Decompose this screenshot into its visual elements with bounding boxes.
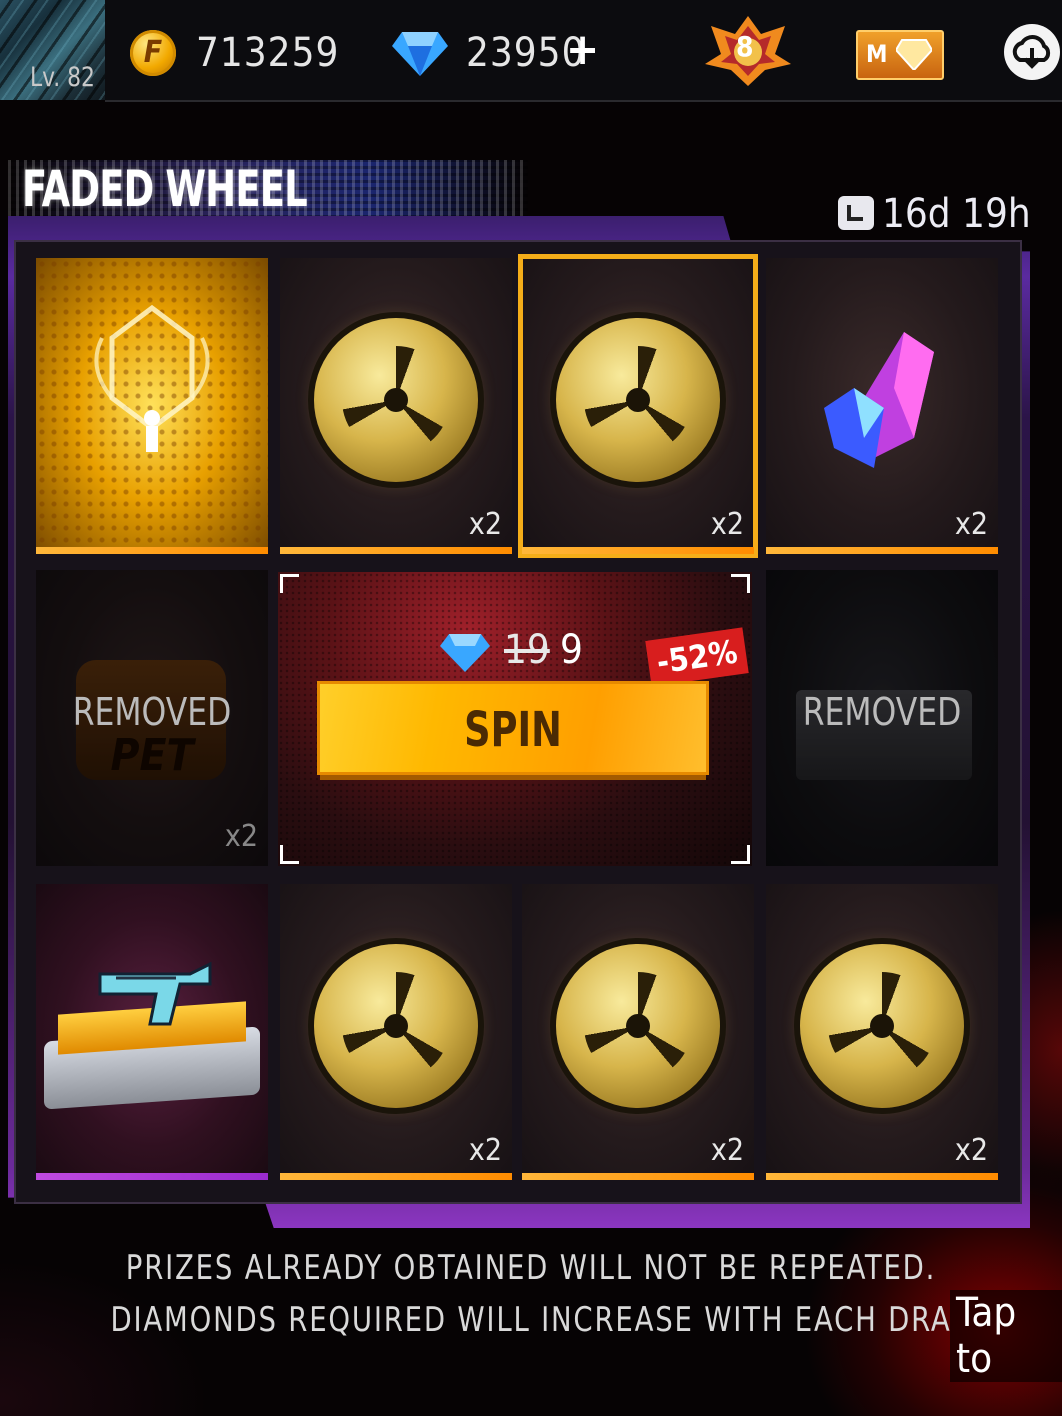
prize-cell-1[interactable] — [36, 258, 268, 554]
spin-button-label: SPIN — [464, 702, 562, 758]
spin-price: 9 — [560, 627, 583, 673]
prize-cell-9[interactable]: x2 — [522, 884, 754, 1180]
emote-emblem-icon — [94, 304, 210, 452]
info-note-line-1: PRIZES ALREADY OBTAINED WILL NOT BE REPE… — [125, 1248, 937, 1288]
page-title: FADED WHEEL — [22, 160, 308, 218]
panel-corner — [280, 574, 299, 593]
crystal-shards-icon — [824, 332, 934, 468]
gold-token-icon — [556, 944, 720, 1108]
gold-coin-balance: 713259 — [196, 30, 340, 76]
gold-token-icon — [556, 318, 720, 482]
panel-corner — [280, 845, 299, 864]
diamond-icon — [392, 32, 448, 76]
membership-diamond-icon — [896, 39, 932, 70]
rarity-bar — [522, 1173, 754, 1180]
prize-quantity: x2 — [468, 1133, 502, 1168]
gold-token-icon — [314, 944, 478, 1108]
membership-label: M — [866, 40, 888, 68]
panel-corner — [731, 574, 750, 593]
removed-label: REMOVED — [72, 690, 232, 734]
rank-tier: 8 — [736, 30, 754, 63]
gold-coin-icon: F — [130, 30, 176, 76]
info-note-line-2: DIAMONDS REQUIRED WILL INCREASE WITH EAC… — [110, 1300, 952, 1340]
rarity-bar — [36, 1173, 268, 1180]
cloud-download-button[interactable] — [1004, 24, 1060, 80]
removed-label: REMOVED — [802, 690, 962, 734]
cloud-download-icon — [1012, 35, 1051, 69]
prize-cell-4[interactable]: x2 — [766, 258, 998, 554]
rarity-bar — [280, 547, 512, 554]
spin-button[interactable]: SPIN — [320, 684, 706, 772]
diamond-icon — [440, 634, 490, 672]
clock-icon — [838, 196, 874, 230]
rarity-bar — [766, 1173, 998, 1180]
prize-cell-3-selected[interactable]: x2 — [518, 254, 758, 558]
panel-corner — [731, 845, 750, 864]
rarity-bar — [36, 547, 268, 554]
prize-cell-7[interactable] — [36, 884, 268, 1180]
gold-token-icon — [800, 944, 964, 1108]
player-level: Lv. 82 — [30, 62, 95, 93]
prize-quantity: x2 — [710, 1133, 744, 1168]
gun-skin-icon — [98, 961, 212, 1026]
prize-cell-2[interactable]: x2 — [280, 258, 512, 554]
rarity-bar — [522, 547, 754, 554]
prize-quantity: x2 — [954, 1133, 988, 1168]
prize-quantity: x2 — [468, 507, 502, 542]
gold-token-icon — [314, 318, 478, 482]
prize-cell-8[interactable]: x2 — [280, 884, 512, 1180]
discount-badge: -52% — [645, 627, 749, 687]
event-timer: 16d 19h — [882, 191, 1031, 237]
prize-quantity: x2 — [954, 507, 988, 542]
prize-cell-5-removed: PET REMOVED x2 — [36, 570, 268, 866]
topup-diamonds-button[interactable]: + — [566, 24, 599, 75]
rarity-bar — [766, 547, 998, 554]
membership-badge[interactable]: M — [856, 30, 944, 80]
prize-cell-10[interactable]: x2 — [766, 884, 998, 1180]
prize-quantity: x2 — [710, 507, 744, 542]
prize-quantity: x2 — [224, 819, 258, 854]
prize-cell-6-removed: REMOVED — [766, 570, 998, 866]
tap-to-continue[interactable]: Tap to — [950, 1290, 1062, 1382]
spin-old-price: 19 — [504, 627, 550, 673]
spin-panel: 19 9 -52% SPIN — [278, 572, 752, 866]
rarity-bar — [280, 1173, 512, 1180]
